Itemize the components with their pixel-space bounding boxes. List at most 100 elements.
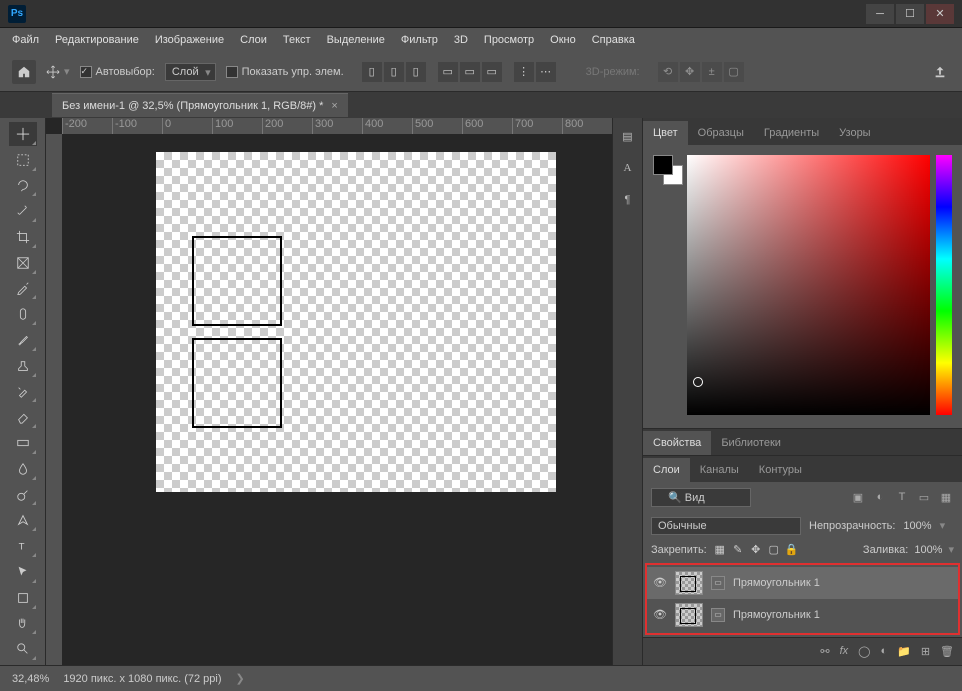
zoom-3d-icon[interactable]: ± (702, 62, 722, 82)
align-center-v-icon[interactable]: ▭ (460, 62, 480, 82)
menu-text[interactable]: Текст (283, 34, 311, 46)
hand-tool[interactable] (9, 612, 37, 636)
auto-select-option[interactable]: Автовыбор: (80, 66, 155, 78)
marquee-tool[interactable] (9, 148, 37, 172)
layer-row[interactable]: 👁 ▭ Прямоугольник 1 (647, 567, 958, 599)
document-info[interactable]: 1920 пикс. x 1080 пикс. (72 ppi) (63, 673, 221, 685)
blur-tool[interactable] (9, 457, 37, 481)
blend-mode-select[interactable]: Обычные (651, 517, 801, 535)
share-icon[interactable] (930, 62, 950, 82)
auto-select-target[interactable]: Слой ▾ (165, 63, 216, 81)
more-align-icon[interactable]: ⋯ (536, 62, 556, 82)
rectangle-shape-1[interactable] (192, 236, 282, 326)
fx-icon[interactable]: fx (840, 645, 849, 657)
filter-adjust-icon[interactable]: ◐ (872, 489, 888, 505)
menu-layers[interactable]: Слои (240, 34, 267, 46)
crop-tool[interactable] (9, 225, 37, 249)
stamp-tool[interactable] (9, 354, 37, 378)
ruler-horizontal[interactable]: -200-1000100200300400500600700800 (62, 118, 612, 134)
layer-thumbn[interactable] (675, 571, 703, 595)
paragraph-icon[interactable]: ¶ (618, 190, 638, 210)
layer-name[interactable]: Прямоугольник 1 (733, 609, 820, 621)
tab-patterns[interactable]: Узоры (829, 121, 880, 145)
filter-shape-icon[interactable]: ▭ (916, 489, 932, 505)
lock-transparency-icon[interactable]: ▦ (713, 543, 727, 557)
align-left-icon[interactable]: ▯ (362, 62, 382, 82)
visibility-icon[interactable]: 👁 (653, 608, 667, 622)
info-chevron-icon[interactable]: ❯ (236, 672, 245, 685)
frame-tool[interactable] (9, 251, 37, 275)
lasso-tool[interactable] (9, 174, 37, 198)
tab-color[interactable]: Цвет (643, 121, 688, 145)
delete-layer-icon[interactable]: 🗑 (940, 645, 954, 658)
eraser-tool[interactable] (9, 405, 37, 429)
auto-select-checkbox[interactable] (80, 66, 92, 78)
close-button[interactable]: ✕ (926, 4, 954, 24)
foreground-color-swatch[interactable] (653, 155, 673, 175)
opacity-value[interactable]: 100% (903, 520, 931, 532)
history-brush-tool[interactable] (9, 380, 37, 404)
dodge-tool[interactable] (9, 483, 37, 507)
tab-libraries[interactable]: Библиотеки (711, 431, 791, 455)
tab-channels[interactable]: Каналы (690, 458, 749, 482)
tab-paths[interactable]: Контуры (749, 458, 812, 482)
menu-image[interactable]: Изображение (155, 34, 224, 46)
show-controls-option[interactable]: Показать упр. элем. (226, 66, 344, 78)
color-picker-field[interactable] (687, 155, 930, 415)
layer-name[interactable]: Прямоугольник 1 (733, 577, 820, 589)
move-tool-icon[interactable]: ▾ (46, 65, 70, 79)
tab-gradients[interactable]: Градиенты (754, 121, 829, 145)
filter-smart-icon[interactable]: ▦ (938, 489, 954, 505)
history-icon[interactable]: ▤ (618, 126, 638, 146)
menu-select[interactable]: Выделение (327, 34, 385, 46)
canvas-viewport[interactable] (62, 134, 612, 665)
layer-row[interactable]: 👁 ▭ Прямоугольник 1 (647, 599, 958, 631)
menu-3d[interactable]: 3D (454, 34, 468, 46)
home-button[interactable] (12, 60, 36, 84)
character-icon[interactable]: A (618, 158, 638, 178)
filter-pixel-icon[interactable]: ▣ (850, 489, 866, 505)
layer-filter-select[interactable]: 🔍 Вид (651, 488, 751, 507)
visibility-icon[interactable]: 👁 (653, 576, 667, 590)
fill-value[interactable]: 100% (914, 544, 942, 556)
lock-all-icon[interactable]: 🔒 (785, 543, 799, 557)
group-icon[interactable]: 📁 (897, 645, 911, 658)
type-tool[interactable]: T (9, 534, 37, 558)
distribute-icon[interactable]: ⋮ (514, 62, 534, 82)
menu-edit[interactable]: Редактирование (55, 34, 139, 46)
ruler-vertical[interactable] (46, 134, 62, 665)
menu-window[interactable]: Окно (550, 34, 576, 46)
move-tool[interactable] (9, 122, 37, 146)
link-layers-icon[interactable]: ⚯ (820, 645, 829, 658)
tab-layers[interactable]: Слои (643, 458, 690, 482)
align-bottom-icon[interactable]: ▭ (482, 62, 502, 82)
menu-filter[interactable]: Фильтр (401, 34, 438, 46)
minimize-button[interactable]: ─ (866, 4, 894, 24)
align-right-icon[interactable]: ▯ (406, 62, 426, 82)
shape-tool[interactable] (9, 586, 37, 610)
tab-swatches[interactable]: Образцы (688, 121, 754, 145)
rectangle-shape-2[interactable] (192, 338, 282, 428)
orbit-3d-icon[interactable]: ⟲ (658, 62, 678, 82)
foreground-background-swatches[interactable] (653, 155, 681, 418)
menu-help[interactable]: Справка (592, 34, 635, 46)
brush-tool[interactable] (9, 328, 37, 352)
menu-file[interactable]: Файл (12, 34, 39, 46)
adjustment-icon[interactable]: ◐ (880, 645, 887, 657)
zoom-tool[interactable] (9, 637, 37, 661)
lock-position-icon[interactable]: ✥ (749, 543, 763, 557)
new-layer-icon[interactable]: ⊞ (921, 645, 930, 658)
path-select-tool[interactable] (9, 560, 37, 584)
eyedropper-tool[interactable] (9, 277, 37, 301)
lock-artboard-icon[interactable]: ▢ (767, 543, 781, 557)
document-tab[interactable]: Без имени-1 @ 32,5% (Прямоугольник 1, RG… (52, 93, 348, 117)
align-top-icon[interactable]: ▭ (438, 62, 458, 82)
lock-paint-icon[interactable]: ✎ (731, 543, 745, 557)
healing-tool[interactable] (9, 302, 37, 326)
pan-3d-icon[interactable]: ✥ (680, 62, 700, 82)
align-center-h-icon[interactable]: ▯ (384, 62, 404, 82)
filter-type-icon[interactable]: T (894, 489, 910, 505)
pen-tool[interactable] (9, 508, 37, 532)
zoom-level[interactable]: 32,48% (12, 673, 49, 685)
gradient-tool[interactable] (9, 431, 37, 455)
